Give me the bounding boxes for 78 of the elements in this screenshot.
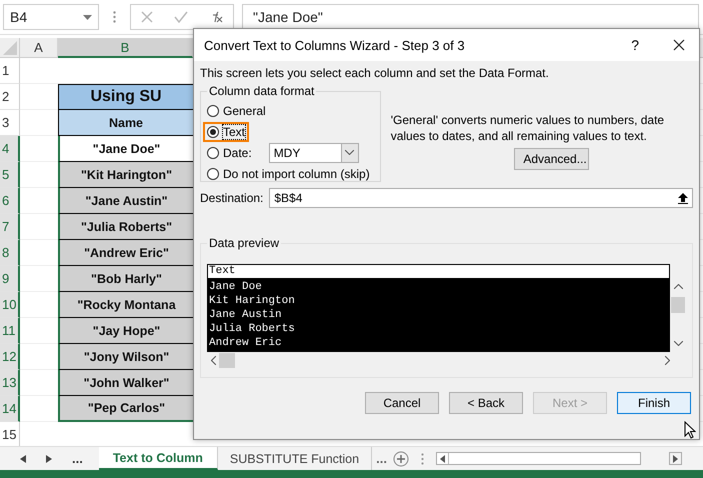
scroll-left-icon[interactable] — [211, 356, 216, 364]
more-sheets-link[interactable]: ... — [376, 451, 387, 466]
table-header-cell: Name — [58, 110, 193, 136]
radio-button[interactable] — [207, 146, 219, 158]
row-header[interactable]: 10 — [0, 292, 20, 318]
table-cell[interactable]: "John Walker" — [58, 370, 193, 396]
close-icon[interactable] — [673, 39, 685, 51]
radio-option[interactable]: Text — [203, 122, 250, 142]
data-preview[interactable]: Text Jane Doe Kit Harington Jane Austin Julia Roberts Andrew Eric — [207, 264, 670, 352]
dialog-button[interactable]: Finish — [617, 392, 691, 414]
row-header[interactable]: 5 — [0, 162, 20, 188]
scroll-right-icon[interactable] — [665, 356, 670, 364]
table-title-cell: Using SU — [58, 84, 193, 110]
row-header[interactable]: 6 — [0, 188, 20, 214]
table-cell[interactable]: "Bob Harly" — [58, 266, 193, 292]
intro-text: This screen lets you select each column and set the Data Format. — [200, 66, 550, 80]
table-cell[interactable]: "Jony Wilson" — [58, 344, 193, 370]
row-header[interactable]: 2 — [0, 84, 20, 110]
table-cell[interactable]: "Kit Harington" — [58, 162, 193, 188]
dialog-button[interactable]: < Back — [449, 392, 523, 414]
row-header[interactable]: 13 — [0, 370, 20, 396]
table-cell[interactable]: "Rocky Montana — [58, 292, 193, 318]
chevron-down-icon — [345, 150, 354, 155]
row-header[interactable]: 14 — [0, 396, 20, 422]
row-header[interactable]: 4 — [0, 136, 20, 162]
scroll-up-icon[interactable] — [674, 284, 682, 289]
scroll-thumb[interactable] — [219, 352, 235, 368]
scroll-left-icon[interactable] — [20, 454, 26, 462]
preview-column[interactable]: Jane Doe Kit Harington Jane Austin Julia Roberts Andrew Eric — [208, 279, 669, 351]
collapse-arrow-icon[interactable] — [678, 192, 688, 204]
dropdown-caret-icon — [83, 14, 92, 20]
destination-label: Destination: — [200, 191, 264, 205]
scroll-right-icon[interactable] — [46, 454, 52, 462]
scroll-thumb[interactable] — [671, 297, 685, 313]
row-header[interactable]: 15 — [0, 422, 20, 448]
table-cell[interactable]: "Jane Doe" — [58, 136, 193, 162]
scroll-right-icon — [672, 454, 678, 462]
radio-button[interactable] — [207, 126, 219, 138]
scroll-down-icon[interactable] — [674, 341, 682, 346]
horizontal-scrollbar[interactable] — [436, 452, 641, 465]
row-header[interactable]: 9 — [0, 266, 20, 292]
row-header[interactable]: 1 — [0, 58, 20, 84]
scroll-left-icon[interactable] — [440, 454, 445, 462]
mouse-cursor-icon — [684, 421, 696, 439]
table-cell[interactable]: "Pep Carlos" — [58, 396, 193, 422]
help-button[interactable]: ? — [631, 37, 639, 53]
radio-option[interactable]: Date: — [203, 142, 256, 162]
row-header[interactable]: 7 — [0, 214, 20, 240]
table-cell[interactable]: "Julia Roberts" — [58, 214, 193, 240]
more-icon — [113, 11, 116, 23]
description-text: 'General' converts numeric values to numbers, date values to dates, and all remaining values to text. — [390, 112, 666, 144]
group-label: Column data format — [208, 84, 316, 98]
column-header[interactable]: B — [58, 38, 193, 58]
name-box[interactable]: B4 — [3, 4, 99, 30]
group-label: Data preview — [208, 236, 280, 250]
row-header[interactable]: 12 — [0, 344, 20, 370]
more-sheets-link[interactable]: ... — [72, 451, 83, 466]
destination-field[interactable]: $B$4 — [269, 188, 693, 208]
radio-option[interactable]: Do not import column (skip) — [203, 164, 374, 184]
add-sheet-icon[interactable] — [392, 450, 409, 466]
row-header[interactable]: 11 — [0, 318, 20, 344]
table-cell[interactable]: "Jay Hope" — [58, 318, 193, 344]
check-icon[interactable] — [174, 11, 188, 23]
radio-button[interactable] — [207, 168, 219, 180]
radio-option[interactable]: General — [203, 100, 270, 120]
row-header[interactable]: 3 — [0, 110, 20, 136]
radio-button[interactable] — [207, 104, 219, 116]
dialog-button[interactable]: Cancel — [365, 392, 439, 414]
scroll-right-button[interactable] — [668, 452, 682, 465]
column-header[interactable]: A — [20, 38, 58, 58]
row-header[interactable]: 8 — [0, 240, 20, 266]
sheet-tab[interactable]: Text to Column — [98, 447, 218, 470]
date-format-dropdown[interactable]: MDY — [268, 142, 359, 162]
more-icon — [420, 452, 424, 464]
dialog-title: Convert Text to Columns Wizard - Step 3 of 3 — [204, 38, 466, 52]
table-cell[interactable]: "Jane Austin" — [58, 188, 193, 214]
table-cell[interactable]: "Andrew Eric" — [58, 240, 193, 266]
advanced-button[interactable]: Advanced... — [514, 148, 590, 170]
